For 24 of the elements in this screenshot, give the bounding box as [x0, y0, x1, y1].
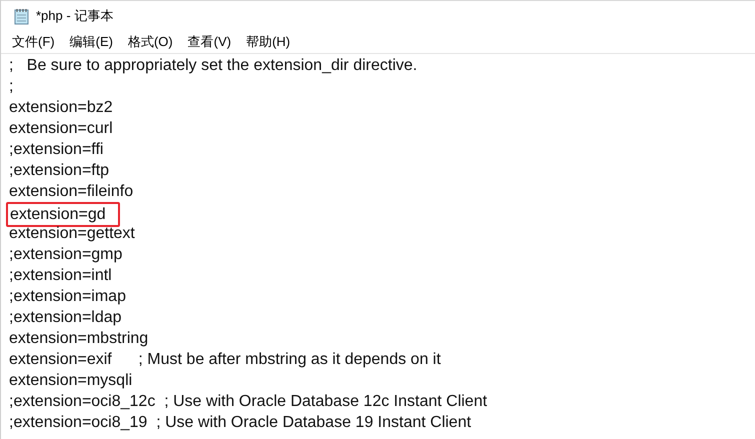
menu-item[interactable]: 格式(O) — [128, 32, 173, 52]
text-line: ;extension=intl — [9, 267, 112, 284]
text-line: extension=curl — [9, 120, 113, 137]
text-line: ; — [9, 78, 14, 95]
text-line: extension=bz2 — [9, 99, 113, 116]
text-line: ; Be sure to appropriately set the extension_dir directive. — [9, 57, 418, 74]
window-title: *php - 记事本 — [36, 7, 114, 26]
menu-item[interactable]: 编辑(E) — [70, 32, 113, 52]
menu-item[interactable]: 帮助(H) — [246, 32, 290, 52]
text-line: ;extension=ffi — [9, 141, 104, 158]
text-line: extension=mbstring — [9, 330, 148, 347]
text-line: extension=mysqli — [9, 372, 132, 389]
text-line: ;extension=ldap — [9, 309, 122, 326]
text-line: ;extension=ftp — [9, 162, 110, 179]
menu-item[interactable]: 文件(F) — [12, 32, 55, 52]
text-line: ;extension=oci8_19 ; Use with Oracle Database 19 Instant Client — [9, 414, 472, 431]
text-line: ;extension=imap — [9, 288, 126, 305]
text-line: ;extension=gmp — [9, 246, 122, 263]
text-line: ;extension=oci8_12c ; Use with Oracle Database 12c Instant Client — [9, 393, 488, 410]
notepad-icon — [14, 8, 30, 24]
text-line: extension=fileinfo — [9, 183, 134, 200]
menu-item[interactable]: 查看(V) — [188, 32, 232, 52]
text-line: extension=exif ; Must be after mbstring as it depends on it — [9, 351, 441, 368]
text-line: extension=gettext — [9, 225, 135, 242]
